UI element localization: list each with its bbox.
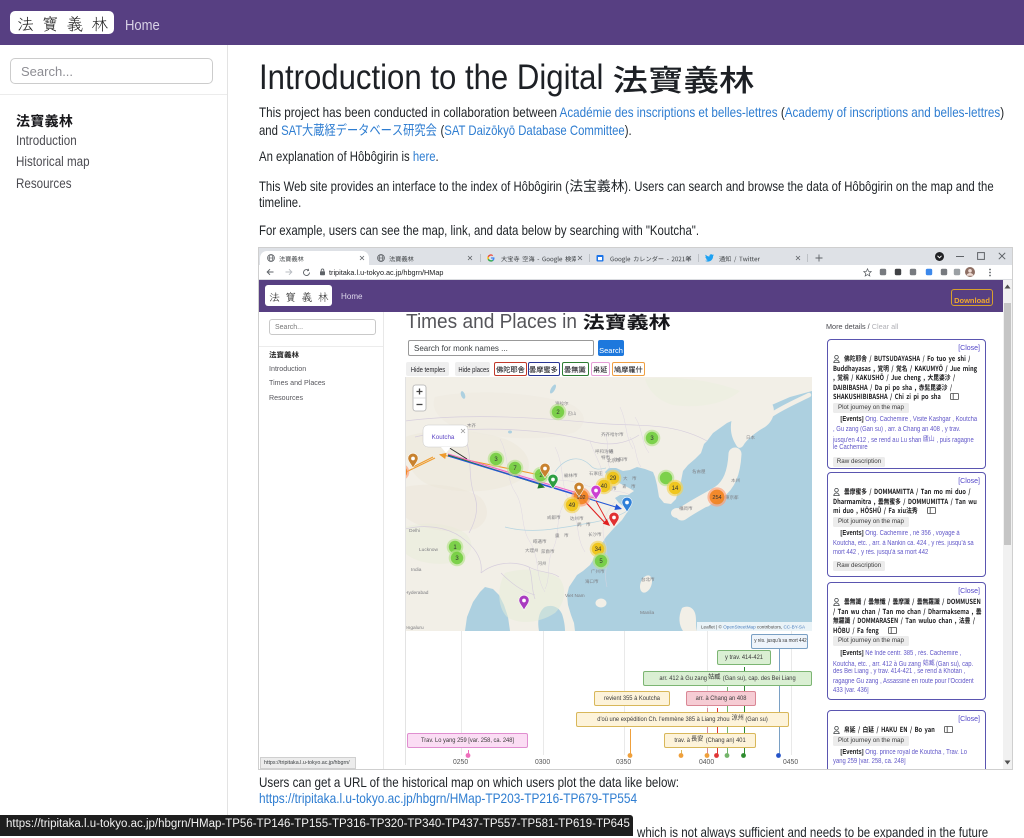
svg-text:Hyderabad: Hyderabad xyxy=(405,590,429,596)
svg-text:29: 29 xyxy=(610,476,617,482)
svg-text:Manila: Manila xyxy=(640,610,654,616)
svg-text:254: 254 xyxy=(712,495,721,501)
svg-text:Lucknow: Lucknow xyxy=(419,547,438,553)
svg-text:Koutcha: Koutcha xyxy=(432,434,455,441)
svg-text:14: 14 xyxy=(672,486,679,492)
svg-text:engaluru: engaluru xyxy=(405,625,424,631)
svg-text:Leaflet | © OpenStreetMap cont: Leaflet | © OpenStreetMap contributors, … xyxy=(701,624,806,630)
svg-text:Delhi: Delhi xyxy=(409,528,420,534)
svg-text:Viet Nam: Viet Nam xyxy=(565,593,585,599)
svg-text:India: India xyxy=(411,567,422,573)
svg-text:40: 40 xyxy=(601,484,608,490)
svg-text:49: 49 xyxy=(569,503,576,509)
svg-text:34: 34 xyxy=(595,547,602,553)
